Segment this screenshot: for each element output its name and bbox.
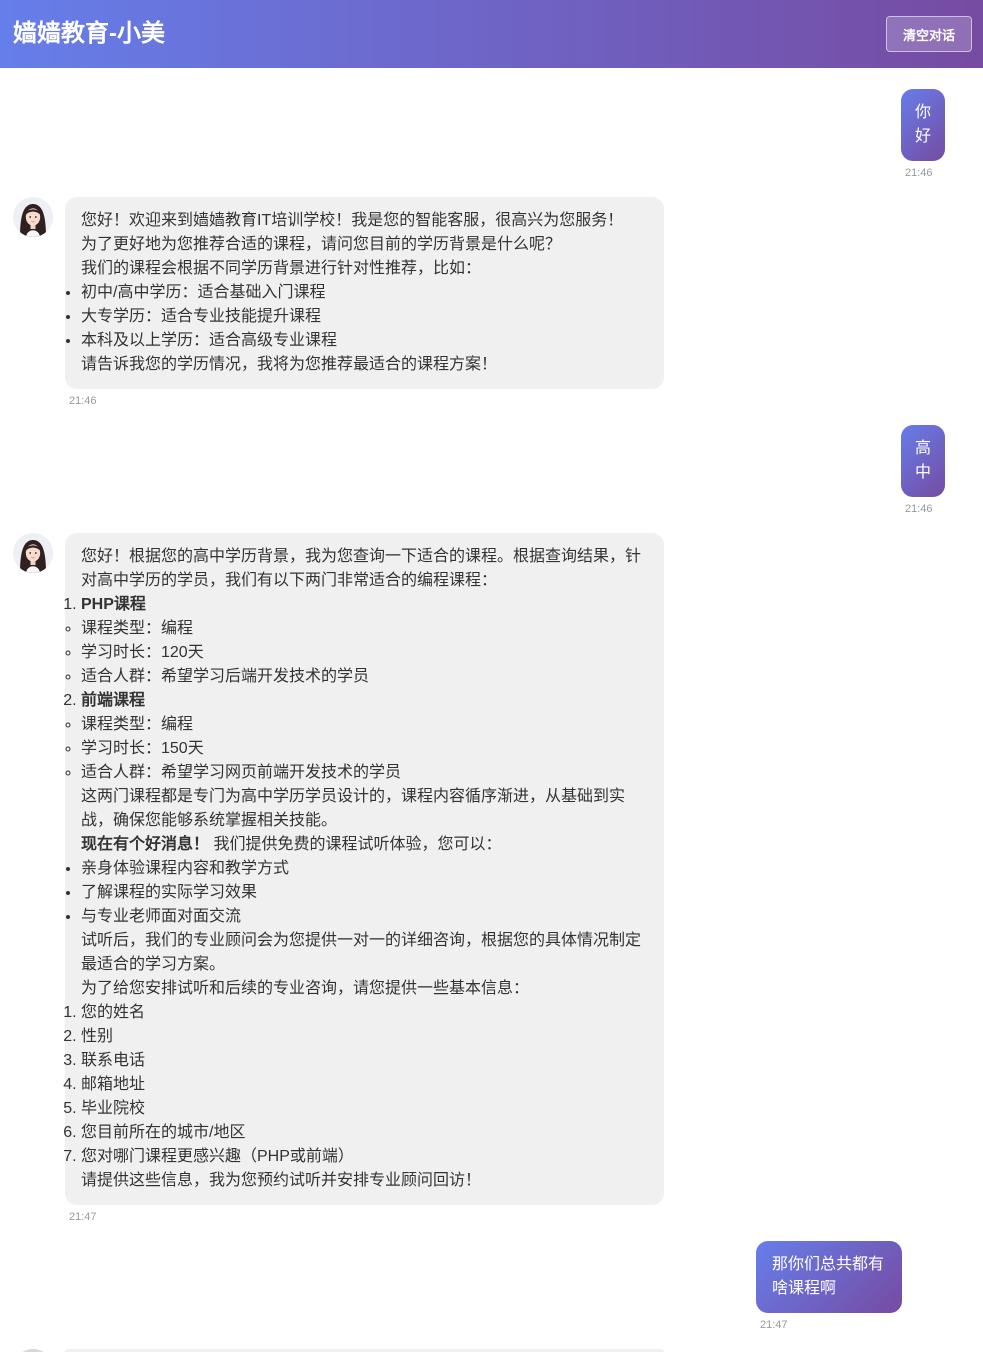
message-line: 我们的课程会根据不同学历背景进行针对性推荐，比如： xyxy=(81,260,482,277)
course-details: 课程类型：编程 学习时长：150天 适合人群：希望学习网页前端开发技术的学员 xyxy=(81,713,648,785)
assistant-avatar-image xyxy=(13,533,53,573)
message-line: 现在有个好消息！ 我们提供免费的课程试听体验，您可以： xyxy=(81,833,648,857)
message-line: 这两门课程都是专门为高中学历学员设计的，课程内容循序渐进，从基础到实战，确保您能… xyxy=(81,788,626,829)
clear-chat-button[interactable]: 清空对话 xyxy=(886,16,972,52)
course-name: PHP课程 xyxy=(81,596,146,613)
message-time: 21:46 xyxy=(905,503,933,515)
user-message: 你好 21:46 xyxy=(0,89,983,181)
course-item: PHP课程 课程类型：编程 学习时长：120天 适合人群：希望学习后端开发技术的… xyxy=(81,593,648,689)
message-line: 请告诉我您的学历情况，我将为您推荐最适合的课程方案！ xyxy=(81,356,498,373)
message-line: 试听后，我们的专业顾问会为您提供一对一的详细咨询，根据您的具体情况制定最适合的学… xyxy=(81,932,642,973)
course-name: 前端课程 xyxy=(81,692,146,709)
list-item: 本科及以上学历：适合高级专业课程 xyxy=(81,329,648,353)
assistant-message: 您好！欢迎来到嫱嫱教育IT培训学校！我是您的智能客服，很高兴为您服务！ 为了更好… xyxy=(0,197,983,409)
course-detail: 适合人群：希望学习网页前端开发技术的学员 xyxy=(81,761,648,785)
info-fields-list: 您的姓名 性别 联系电话 邮箱地址 毕业院校 您目前所在的城市/地区 您对哪门课… xyxy=(81,1001,648,1169)
user-message: 那你们总共都有啥课程啊 21:47 xyxy=(0,1241,983,1333)
app-title: 嫱嫱教育-小美 xyxy=(13,20,165,47)
assistant-message-bubble: 您好！欢迎来到嫱嫱教育IT培训学校！我是您的智能客服，很高兴为您服务！ 为了更好… xyxy=(65,197,664,389)
course-list: PHP课程 课程类型：编程 学习时长：120天 适合人群：希望学习后端开发技术的… xyxy=(81,593,648,785)
list-item: 联系电话 xyxy=(81,1049,648,1073)
message-line: 您好！根据您的高中学历背景，我为您查询一下适合的课程。根据查询结果，针对高中学历… xyxy=(81,548,642,589)
list-item: 与专业老师面对面交流 xyxy=(81,905,648,929)
assistant-avatar xyxy=(13,197,53,237)
course-detail: 适合人群：希望学习后端开发技术的学员 xyxy=(81,665,648,689)
course-detail: 学习时长：120天 xyxy=(81,641,648,665)
user-message-bubble: 高中 xyxy=(901,425,945,497)
assistant-avatar xyxy=(13,533,53,573)
message-time: 21:47 xyxy=(760,1319,788,1331)
course-detail: 课程类型：编程 xyxy=(81,617,648,641)
assistant-avatar-image xyxy=(13,197,53,237)
list-item: 亲身体验课程内容和教学方式 xyxy=(81,857,648,881)
message-time: 21:46 xyxy=(905,167,933,179)
course-detail: 学习时长：150天 xyxy=(81,737,648,761)
list-item: 您目前所在的城市/地区 xyxy=(81,1121,648,1145)
message-line: 为了给您安排试听和后续的专业咨询，请您提供一些基本信息： xyxy=(81,980,530,997)
education-options-list: 初中/高中学历：适合基础入门课程 大专学历：适合专业技能提升课程 本科及以上学历… xyxy=(81,281,648,353)
user-message: 高中 21:46 xyxy=(0,425,983,517)
message-line: 请提供这些信息，我为您预约试听并安排专业顾问回访！ xyxy=(81,1172,482,1189)
assistant-message-content: 您好！欢迎来到嫱嫱教育IT培训学校！我是您的智能客服，很高兴为您服务！ 为了更好… xyxy=(65,197,664,409)
list-item: 毕业院校 xyxy=(81,1097,648,1121)
user-message-content: 高中 21:46 xyxy=(901,425,945,517)
course-item: 前端课程 课程类型：编程 学习时长：150天 适合人群：希望学习网页前端开发技术… xyxy=(81,689,648,785)
chat-header: 嫱嫱教育-小美 清空对话 xyxy=(0,0,983,68)
message-time: 21:46 xyxy=(69,395,97,407)
list-item: 性别 xyxy=(81,1025,648,1049)
list-item: 您对哪门课程更感兴趣（PHP或前端） xyxy=(81,1145,648,1169)
assistant-message-bubble: 您好！根据您的高中学历背景，我为您查询一下适合的课程。根据查询结果，针对高中学历… xyxy=(65,533,664,1205)
list-item: 您的姓名 xyxy=(81,1001,648,1025)
trial-benefits-list: 亲身体验课程内容和教学方式 了解课程的实际学习效果 与专业老师面对面交流 xyxy=(81,857,648,929)
message-line: 为了更好地为您推荐合适的课程，请问您目前的学历背景是什么呢？ xyxy=(81,236,562,253)
list-item: 邮箱地址 xyxy=(81,1073,648,1097)
highlight-text: 现在有个好消息！ xyxy=(81,836,210,853)
course-details: 课程类型：编程 学习时长：120天 适合人群：希望学习后端开发技术的学员 xyxy=(81,617,648,689)
assistant-message-content: 您好！根据您的高中学历背景，我为您查询一下适合的课程。根据查询结果，针对高中学历… xyxy=(65,533,664,1225)
list-item: 初中/高中学历：适合基础入门课程 xyxy=(81,281,648,305)
user-message-content: 你好 21:46 xyxy=(901,89,945,181)
message-text: 我们提供免费的课程试听体验，您可以： xyxy=(213,836,502,853)
chat-messages[interactable]: 你好 21:46 您好！欢迎来到嫱嫱教育IT培训学校！我是您的智能客服，很高兴为… xyxy=(0,68,983,1352)
user-message-bubble: 那你们总共都有啥课程啊 xyxy=(756,1241,902,1313)
user-message-bubble: 你好 xyxy=(901,89,945,161)
assistant-message: 您好！根据您的高中学历背景，我为您查询一下适合的课程。根据查询结果，针对高中学历… xyxy=(0,533,983,1225)
message-line: 您好！欢迎来到嫱嫱教育IT培训学校！我是您的智能客服，很高兴为您服务！ xyxy=(81,212,624,229)
list-item: 大专学历：适合专业技能提升课程 xyxy=(81,305,648,329)
course-detail: 课程类型：编程 xyxy=(81,713,648,737)
message-time: 21:47 xyxy=(69,1211,97,1223)
user-message-content: 那你们总共都有啥课程啊 21:47 xyxy=(756,1241,902,1333)
list-item: 了解课程的实际学习效果 xyxy=(81,881,648,905)
